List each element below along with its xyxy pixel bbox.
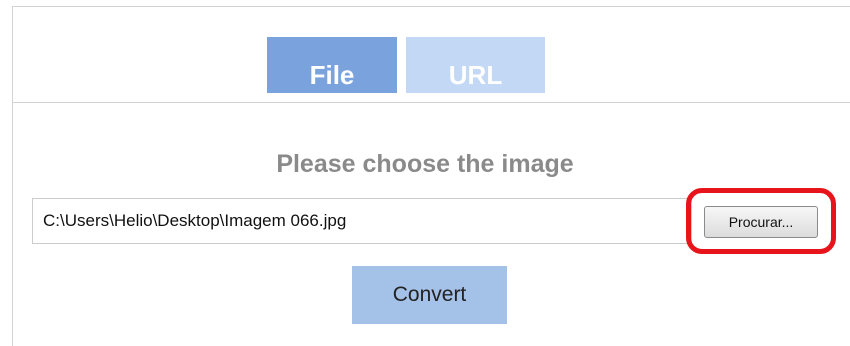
page-title: Please choose the image	[276, 150, 574, 178]
convert-button[interactable]: Convert	[352, 266, 507, 324]
tab-url[interactable]: URL	[406, 37, 545, 93]
tab-divider	[13, 102, 850, 103]
browse-button[interactable]: Procurar...	[704, 206, 818, 238]
file-path-field[interactable]: C:\Users\Helio\Desktop\Imagem 066.jpg	[32, 198, 692, 244]
file-path-value: C:\Users\Helio\Desktop\Imagem 066.jpg	[43, 211, 347, 230]
tab-file[interactable]: File	[267, 37, 397, 93]
